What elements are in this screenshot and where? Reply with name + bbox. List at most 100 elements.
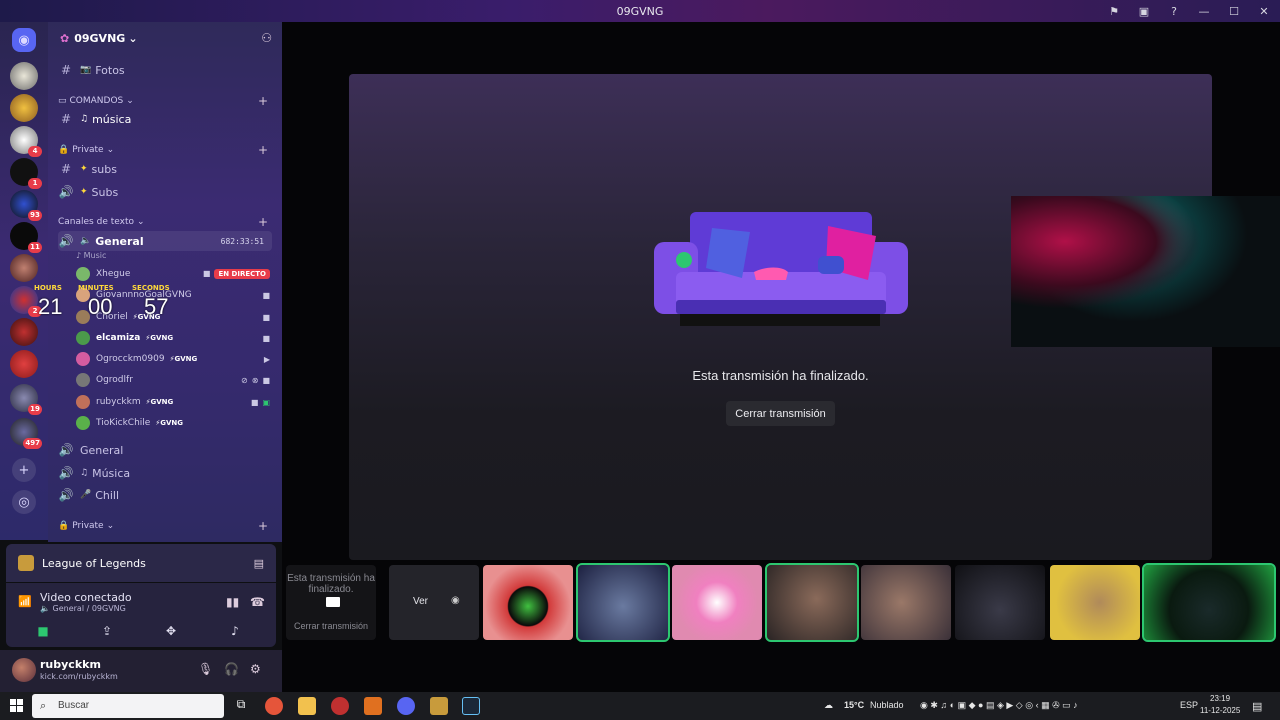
invite-icon[interactable]: ⚇ [261,31,272,45]
server-emblem-icon: ✿ [60,31,70,45]
windows-taskbar: ⌕ Buscar ⧉ ☁ 15°C Nublado ◉ ✱ ♫ ◐ ▣ ◆ ● … [0,692,1280,720]
channel-musica[interactable]: # ♫ música [58,109,272,129]
soundboard-button[interactable]: ♪ [208,621,262,641]
server-icon[interactable]: 1 [10,158,42,189]
voice-user[interactable]: Xhegue ■ EN DIRECTO [76,264,272,284]
taskbar-search[interactable]: ⌕ Buscar [32,694,224,718]
user-name: TioKickChile [96,418,151,428]
voice-user[interactable]: rubyckkm ⚡GVNG ■ ▣ [76,392,272,412]
discover-icon[interactable]: ◎ [12,490,36,514]
participant-tile[interactable] [483,565,573,640]
chevron-down-icon: ⌄ [106,521,115,531]
user-name: rubyckkm [96,397,141,407]
brave-icon[interactable] [265,697,283,715]
steam-icon[interactable] [462,697,480,715]
stream-thumbnail[interactable]: Ver ◉ [389,565,479,640]
channel-fotos[interactable]: # 📷 Fotos [58,60,272,80]
server-icon[interactable] [10,94,38,122]
lol-client-icon[interactable] [331,697,349,715]
add-channel-icon[interactable]: + [258,94,268,108]
channel-label: Música [92,466,131,480]
video-icon: ■ [202,269,211,278]
category-label: Canales de texto [58,217,134,227]
maximize-button[interactable]: ☐ [1226,3,1242,19]
avatar [76,373,90,387]
help-icon[interactable]: ? [1166,3,1182,19]
server-icon[interactable]: 497 [10,418,42,449]
notifications-icon[interactable]: ▤ [1252,700,1262,713]
server-icon[interactable] [10,254,38,282]
tray-icons[interactable]: ◉ ✱ ♫ ◐ ▣ ◆ ● ▤ ◈ ▶ ◇ ◎ ‹ ▦ ✇ ▭ ♪ [920,700,1078,711]
server-icon[interactable]: 4 [10,126,42,157]
voice-user[interactable]: TioKickChile ⚡GVNG [76,413,272,433]
voice-channel-general[interactable]: 🔊 🔈 General 682:33:51 [58,231,272,251]
close-stream-button[interactable]: Cerrar transmisión [726,401,835,426]
language-indicator[interactable]: ESP [1180,700,1198,710]
stream-thumbnail[interactable]: Esta transmisión ha finalizado. Cerrar t… [286,565,376,640]
voice-channel-musica[interactable]: 🔊 ♫ Música [58,463,272,483]
screen-icon[interactable]: ▣ [1136,3,1152,19]
category-label: Private [72,145,104,155]
server-icon[interactable] [10,62,38,90]
participant-tile[interactable] [576,563,670,642]
noise-suppression-icon[interactable]: ▮▮ [226,595,239,609]
speaker-icon: 🔊 [58,234,74,248]
start-icon[interactable] [10,699,23,712]
search-icon: ⌕ [40,699,47,712]
server-header[interactable]: ✿ 09GVNG ⌄ ⚇ [48,22,282,54]
server-icon[interactable]: 19 [10,384,42,415]
channel-subs[interactable]: # ✦ subs [58,159,272,179]
server-icon[interactable]: 93 [10,190,42,221]
category-comandos[interactable]: ▭ COMANDOS ⌄ + [58,93,272,109]
voice-user[interactable]: elcamiza ⚡GVNG ■ [76,328,272,348]
add-channel-icon[interactable]: + [258,143,268,157]
clock-date[interactable]: 11-12-2025 [1200,706,1240,715]
camera-feed[interactable] [1011,196,1280,347]
chevron-down-icon: ⌄ [128,31,138,45]
app-icon[interactable] [364,697,382,715]
add-server-icon[interactable]: + [12,458,36,482]
category-label: Private [72,521,104,531]
seconds-value: 57 [144,294,169,319]
league-icon[interactable] [430,697,448,715]
user-name: Ogrocckm0909 [96,354,165,364]
inbox-icon[interactable]: ⚑ [1106,3,1122,19]
game-overlay-icon[interactable]: ▤ [254,557,264,570]
category-texto[interactable]: Canales de texto ⌄ + [58,214,272,230]
avatar[interactable] [12,658,36,682]
voice-channel-general1[interactable]: 🔊 General [58,440,272,460]
voice-user[interactable]: Ogrocckm0909 ⚡GVNG ▶ [76,349,272,369]
participant-tile[interactable] [955,565,1045,640]
category-private[interactable]: 🔒 Private ⌄ + [58,142,272,158]
screen-share-button[interactable]: ⇪ [80,621,134,641]
task-view-icon[interactable]: ⧉ [232,697,250,715]
hash-icon: # [60,112,72,126]
participant-tile[interactable] [861,565,951,640]
settings-icon[interactable]: ⚙ [250,662,261,676]
voice-channel-chill[interactable]: 🔊 🎤 Chill [58,485,272,505]
disconnect-icon[interactable]: ☎ [250,595,265,609]
game-activity-panel[interactable]: League of Legends ▤ [6,544,276,582]
add-channel-icon[interactable]: + [258,215,268,229]
minimize-button[interactable]: — [1196,3,1212,19]
participant-tile[interactable] [1050,565,1140,640]
voice-user[interactable]: Ogrodlfr ⊘ ⊗ ■ [76,370,272,390]
close-window-button[interactable]: ✕ [1256,3,1272,19]
category-private[interactable]: 🔒 Private ⌄ + [58,518,272,534]
participant-tile[interactable] [765,563,859,642]
camera-button[interactable]: ■ [16,621,70,641]
clock-time[interactable]: 23:19 [1210,694,1230,703]
discord-home-icon[interactable]: ◉ [12,28,36,52]
voice-channel-subs[interactable]: 🔊 ✦ Subs [58,182,272,202]
discord-icon[interactable] [397,697,415,715]
server-icon[interactable] [10,350,38,378]
participant-tile[interactable] [672,565,762,640]
add-channel-icon[interactable]: + [258,519,268,533]
weather-desc: Nublado [870,700,904,710]
file-explorer-icon[interactable] [298,697,316,715]
mic-icon[interactable]: 🎙 [198,662,213,676]
participant-tile[interactable] [1142,563,1276,642]
activities-button[interactable]: ✥ [144,621,198,641]
server-icon[interactable]: 11 [10,222,42,253]
headphones-icon[interactable]: 🎧 [224,662,239,676]
